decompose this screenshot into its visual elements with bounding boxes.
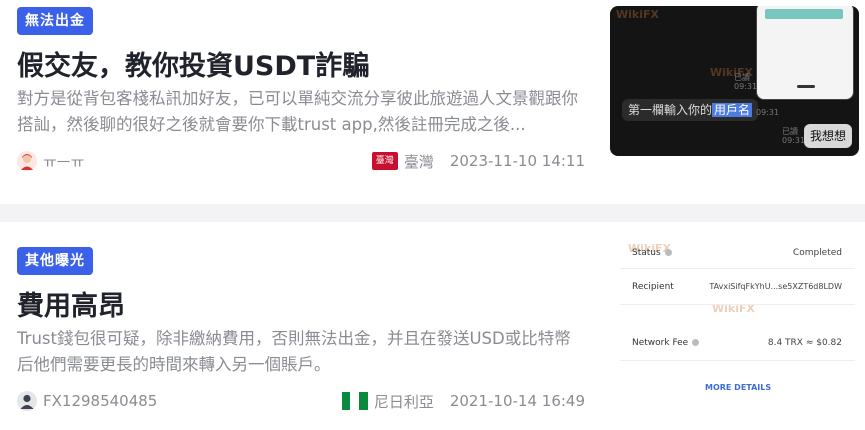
author[interactable]: ㅠㅡㅠ [17,149,84,173]
info-icon [664,249,672,256]
bubble-text: 第一欄輸入你的 [628,103,713,117]
post-date: 2023-11-10 14:11 [449,152,585,170]
article-description: Trust錢包很可疑，除非繳納費用，否則無法出金，并且在發送USD或比特幣后他們… [17,329,571,374]
reply-bubble: 我想想 [804,124,853,148]
article-title[interactable]: 假交友，教你投資USDT詐騙 [17,44,369,83]
author-name: ㅠㅡㅠ [43,152,85,171]
article-meta: FX1298540485 尼日利亞 2021-10-14 16:49 [17,389,585,413]
chat-bubble: 第一欄輸入你的 用戶名 [622,99,759,121]
category-tag[interactable]: 其他曝光 [17,247,93,275]
recipient-label: Recipient [632,282,674,292]
recipient-value: TAvxiSifqFkYhU...se5XZT6d8LDW [709,282,842,291]
post-date: 2021-10-14 16:49 [449,392,585,410]
article-thumbnail[interactable]: WikiFX WikiFX 已讀 09:31 第一欄輸入你的 用戶名 09:31 … [610,6,859,156]
info-icon [692,339,700,346]
region-date: 尼日利亞 2021-10-14 16:49 [341,389,585,413]
author[interactable]: FX1298540485 [17,389,157,413]
region-date: 臺灣 臺灣 2023-11-10 14:11 [371,149,585,173]
more-details-link[interactable]: MORE DETAILS [705,383,771,392]
status-value: Completed [792,248,842,258]
taiwan-flag-icon: 臺灣 [371,152,398,170]
region-name: 尼日利亞 [373,392,434,411]
region-name: 臺灣 [403,152,434,171]
article-meta: ㅠㅡㅠ 臺灣 臺灣 2023-11-10 14:11 [17,149,585,173]
article-thumbnail[interactable]: WikiFX WikiFX Status Completed Recipient… [610,240,860,396]
message-time: 09:31 [782,136,806,145]
message-time: 09:31 [756,108,780,117]
category-tag[interactable]: 無法出金 [17,7,93,35]
bubble-highlight: 用戶名 [712,103,753,117]
author-name: FX1298540485 [43,392,158,410]
article-card[interactable]: 無法出金 假交友，教你投資USDT詐騙 對方是從背包客棧私訊加好友，已可以單純交… [0,0,865,204]
user-avatar-icon [17,391,37,411]
watermark-text: WikiFX [616,8,659,21]
nigeria-flag-icon [341,392,368,410]
message-time: 09:31 [734,82,758,91]
article-description: 對方是從背包客棧私訊加好友，已可以單純交流分享彼此旅遊過人文景觀跟你搭訕，然後聊… [17,89,578,134]
status-label: Status [632,248,661,258]
fee-label: Network Fee [632,338,689,348]
fee-value: 8.4 TRX ≈ $0.82 [767,338,842,348]
user-avatar-icon [17,151,37,171]
phone-screen [756,6,854,100]
article-title[interactable]: 費用高昂 [17,284,125,323]
